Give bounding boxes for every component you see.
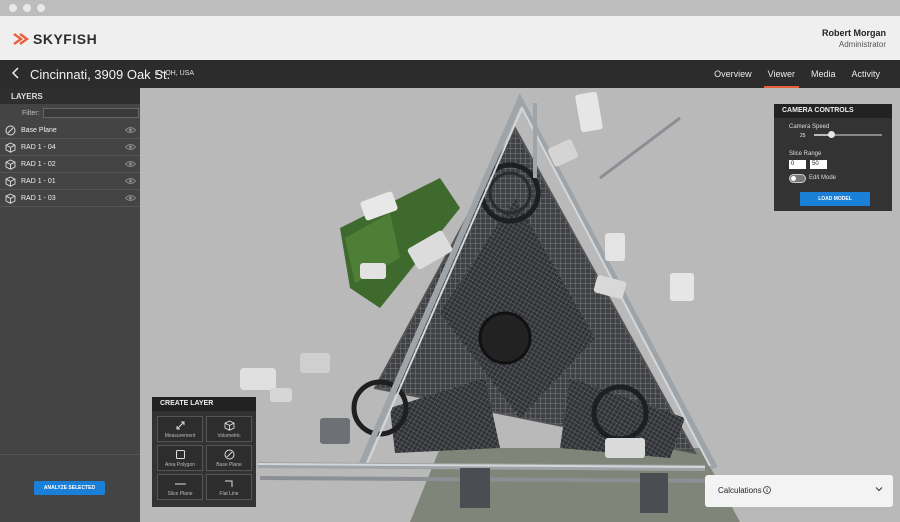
eye-icon[interactable] xyxy=(125,160,136,168)
cube-icon xyxy=(5,192,16,204)
info-icon[interactable] xyxy=(763,486,771,494)
logo[interactable]: SKYFISH xyxy=(13,31,97,47)
window-titlebar xyxy=(0,0,900,16)
cube-icon xyxy=(5,175,16,187)
tool-base-plane[interactable]: Base Plane xyxy=(206,445,252,471)
back-arrow-icon[interactable] xyxy=(10,65,22,81)
filter-label: Filter: xyxy=(22,109,40,117)
measurement-icon xyxy=(176,421,185,430)
user-menu[interactable]: Robert Morgan Administrator xyxy=(822,28,886,49)
line-icon xyxy=(175,483,186,485)
square-icon xyxy=(176,450,185,459)
eye-icon[interactable] xyxy=(125,143,136,151)
calculations-label: Calculations xyxy=(718,486,762,495)
cube-icon xyxy=(5,158,16,170)
eye-icon[interactable] xyxy=(125,194,136,202)
slice-range-max-input[interactable]: 50 xyxy=(810,160,827,169)
calculations-panel[interactable]: Calculations xyxy=(705,475,893,507)
analyze-selected-button[interactable]: ANALYZE SELECTED xyxy=(34,481,105,495)
tool-label: Volumetric xyxy=(217,433,241,439)
camera-speed-value: 25 xyxy=(800,133,806,139)
camera-controls-header: CAMERA CONTROLS xyxy=(774,104,892,118)
layer-label: RAD 1 - 01 xyxy=(21,177,56,185)
slice-range-label: Slice Range xyxy=(789,151,822,157)
tool-flat-line[interactable]: Flat Line xyxy=(206,474,252,500)
app-window: SKYFISH Robert Morgan Administrator Cinc… xyxy=(0,0,900,522)
layer-label: RAD 1 - 04 xyxy=(21,143,56,151)
tool-label: Measurement xyxy=(164,433,196,439)
camera-speed-slider[interactable] xyxy=(814,131,882,138)
app-header: SKYFISH Robert Morgan Administrator xyxy=(0,16,900,60)
layer-item-rad-1-01[interactable]: RAD 1 - 01 xyxy=(0,173,140,190)
site-navbar: Cincinnati, 3909 Oak St. 2 • OH, USA Ove… xyxy=(0,60,900,88)
camera-speed-slider-thumb[interactable] xyxy=(828,131,835,138)
user-name: Robert Morgan xyxy=(822,28,886,38)
minimize-window-button[interactable] xyxy=(23,4,31,12)
layer-label: RAD 1 - 02 xyxy=(21,160,56,168)
tool-label: Slice Plane xyxy=(167,491,193,497)
tool-area-polygon[interactable]: Area Polygon xyxy=(157,445,203,471)
camera-controls-panel: CAMERA CONTROLS Camera Speed 25 Slice Ra… xyxy=(774,104,892,211)
base-plane-icon xyxy=(5,125,16,135)
corner-line-icon xyxy=(225,480,233,487)
tab-media[interactable]: Media xyxy=(803,60,844,88)
camera-speed-label: Camera Speed xyxy=(789,124,830,130)
eye-icon[interactable] xyxy=(125,126,136,134)
tool-label: Area Polygon xyxy=(164,462,196,468)
create-layer-header: CREATE LAYER xyxy=(152,397,256,411)
layer-label: Base Plane xyxy=(21,126,57,134)
tab-activity[interactable]: Activity xyxy=(843,60,888,88)
cube-icon xyxy=(5,141,16,153)
layer-item-rad-1-03[interactable]: RAD 1 - 03 xyxy=(0,190,140,207)
create-layer-panel: CREATE LAYER Measurement Volumetric Area… xyxy=(152,397,256,507)
brand-name: SKYFISH xyxy=(33,31,98,47)
site-subtitle: 2 • OH, USA xyxy=(155,70,195,77)
nav-tabs: Overview Viewer Media Activity xyxy=(706,60,888,88)
tool-slice-plane[interactable]: Slice Plane xyxy=(157,474,203,500)
base-plane-icon xyxy=(224,449,235,460)
user-role: Administrator xyxy=(838,40,886,49)
slice-range-min-input[interactable]: 0 xyxy=(789,160,806,169)
edit-mode-label: Edit Mode xyxy=(809,175,837,181)
load-model-button[interactable]: LOAD MODEL xyxy=(800,192,870,206)
tool-label: Flat Line xyxy=(219,491,239,497)
site-title: Cincinnati, 3909 Oak St. xyxy=(30,67,171,82)
close-window-button[interactable] xyxy=(9,4,17,12)
layer-item-rad-1-04[interactable]: RAD 1 - 04 xyxy=(0,139,140,156)
tab-overview[interactable]: Overview xyxy=(706,60,760,88)
tool-label: Base Plane xyxy=(216,462,242,468)
toggle-knob xyxy=(791,176,796,181)
eye-icon[interactable] xyxy=(125,177,136,185)
tool-volumetric[interactable]: Volumetric xyxy=(206,416,252,442)
layers-sidebar: LAYERS Filter: Base Plane RAD 1 - 04 RAD… xyxy=(0,88,140,522)
filter-input[interactable] xyxy=(42,108,139,118)
layer-label: RAD 1 - 03 xyxy=(21,194,56,202)
tab-viewer[interactable]: Viewer xyxy=(760,60,803,88)
tool-measurement[interactable]: Measurement xyxy=(157,416,203,442)
edit-mode-toggle[interactable] xyxy=(789,174,806,183)
filter-row: Filter: xyxy=(0,104,140,122)
sidebar-footer: ANALYZE SELECTED xyxy=(0,454,140,522)
layers-header: LAYERS xyxy=(0,88,140,104)
skyfish-logo-icon xyxy=(13,33,29,45)
layer-item-rad-1-02[interactable]: RAD 1 - 02 xyxy=(0,156,140,173)
layer-item-base-plane[interactable]: Base Plane xyxy=(0,122,140,139)
cube-icon xyxy=(224,420,235,431)
maximize-window-button[interactable] xyxy=(37,4,45,12)
chevron-down-icon[interactable] xyxy=(875,485,883,493)
